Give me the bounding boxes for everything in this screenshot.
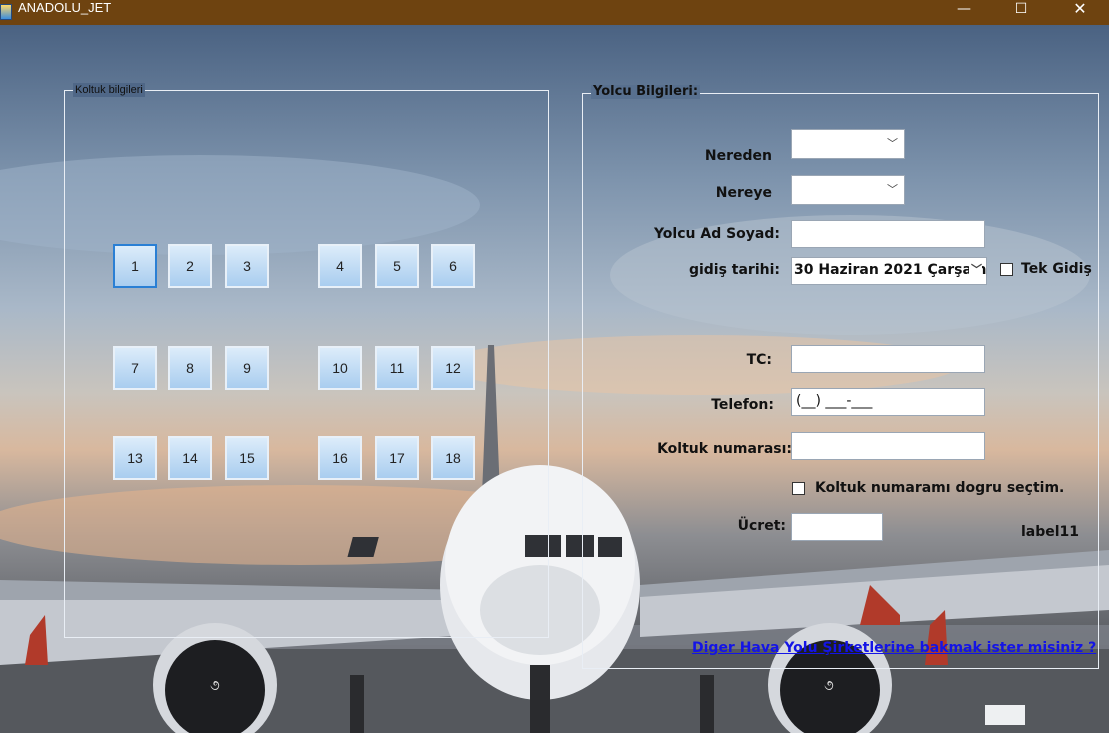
tc-label: TC:	[746, 352, 772, 368]
seat-confirm-checkbox[interactable]	[792, 482, 805, 495]
window-title: ANADOLU_JET	[18, 0, 112, 15]
svg-text:૭: ૭	[824, 678, 834, 694]
seat-button-6[interactable]: 6	[431, 244, 475, 288]
seat-number-label: Koltuk numarası:	[657, 441, 792, 457]
svg-text:૭: ૭	[210, 678, 220, 694]
seat-button-5[interactable]: 5	[375, 244, 419, 288]
seat-button-10[interactable]: 10	[318, 346, 362, 390]
other-airlines-link[interactable]: Diger Hava Yolu Şirketlerine bakmak iste…	[692, 640, 1096, 656]
passenger-info-legend: Yolcu Bilgileri:	[591, 84, 701, 99]
seat-button-11[interactable]: 11	[375, 346, 419, 390]
seat-button-2[interactable]: 2	[168, 244, 212, 288]
seat-button-13[interactable]: 13	[113, 436, 157, 480]
departure-date-label: gidiş tarihi:	[688, 262, 780, 278]
seat-button-9[interactable]: 9	[225, 346, 269, 390]
maximize-button[interactable]: ☐	[998, 0, 1044, 25]
chevron-down-icon: ﹀	[887, 137, 898, 150]
seat-button-16[interactable]: 16	[318, 436, 362, 480]
seat-button-15[interactable]: 15	[225, 436, 269, 480]
seat-button-1[interactable]: 1	[113, 244, 157, 288]
departure-date-value: 30 Haziran 2021 Çarşamba	[794, 262, 987, 278]
seat-button-4[interactable]: 4	[318, 244, 362, 288]
from-label: Nereden	[704, 148, 772, 164]
chevron-down-icon: ﹀	[969, 258, 982, 282]
departure-date-picker[interactable]: 30 Haziran 2021 Çarşamba ﹀	[791, 257, 987, 285]
price-input[interactable]	[791, 513, 883, 541]
seat-button-18[interactable]: 18	[431, 436, 475, 480]
from-dropdown[interactable]: ﹀	[791, 129, 905, 159]
chevron-down-icon: ﹀	[887, 183, 898, 196]
seat-button-7[interactable]: 7	[113, 346, 157, 390]
seat-button-8[interactable]: 8	[168, 346, 212, 390]
one-way-label: Tek Gidiş	[1021, 261, 1092, 277]
phone-label: Telefon:	[711, 397, 774, 413]
seat-number-input[interactable]	[791, 432, 985, 460]
seat-button-12[interactable]: 12	[431, 346, 475, 390]
price-label: Ücret:	[737, 518, 786, 534]
seat-button-14[interactable]: 14	[168, 436, 212, 480]
seat-info-legend: Koltuk bilgileri	[73, 83, 145, 97]
tc-input[interactable]	[791, 345, 985, 373]
to-label: Nereye	[715, 185, 772, 201]
phone-input[interactable]: (__) ___-___	[791, 388, 985, 416]
minimize-button[interactable]: —	[941, 0, 987, 25]
seat-confirm-label: Koltuk numaramı dogru seçtim.	[815, 480, 1065, 496]
one-way-checkbox[interactable]	[1000, 263, 1013, 276]
seat-button-3[interactable]: 3	[225, 244, 269, 288]
phone-mask: (__) ___-___	[796, 393, 873, 409]
title-bar: ANADOLU_JET — ☐ ✕	[0, 0, 1109, 25]
passenger-name-label: Yolcu Ad Soyad:	[653, 226, 780, 242]
seat-button-17[interactable]: 17	[375, 436, 419, 480]
close-button[interactable]: ✕	[1057, 0, 1103, 25]
to-dropdown[interactable]: ﹀	[791, 175, 905, 205]
passenger-name-input[interactable]	[791, 220, 985, 248]
label11: label11	[1020, 524, 1079, 540]
app-icon	[0, 4, 12, 20]
